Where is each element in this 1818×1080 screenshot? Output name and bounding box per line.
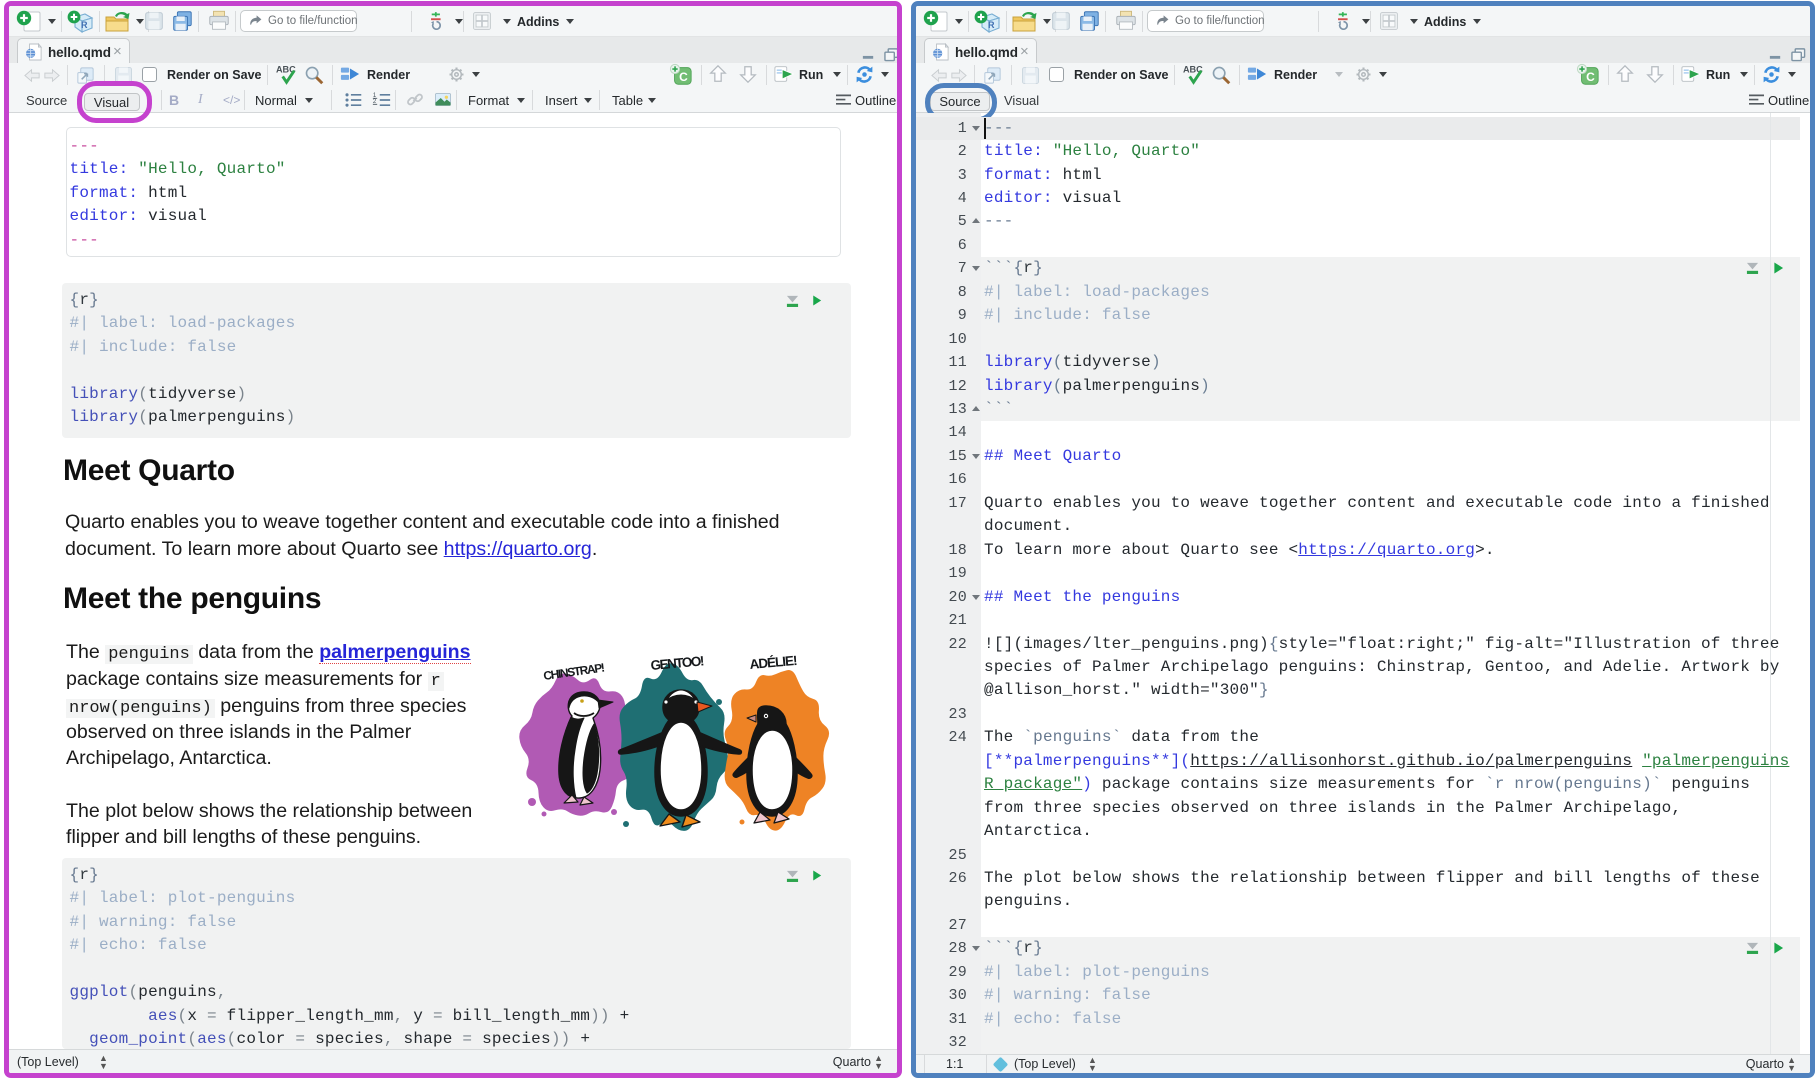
svg-text:GENTOO!: GENTOO! (650, 653, 705, 673)
svg-text:ADÉLIE!: ADÉLIE! (749, 653, 798, 672)
